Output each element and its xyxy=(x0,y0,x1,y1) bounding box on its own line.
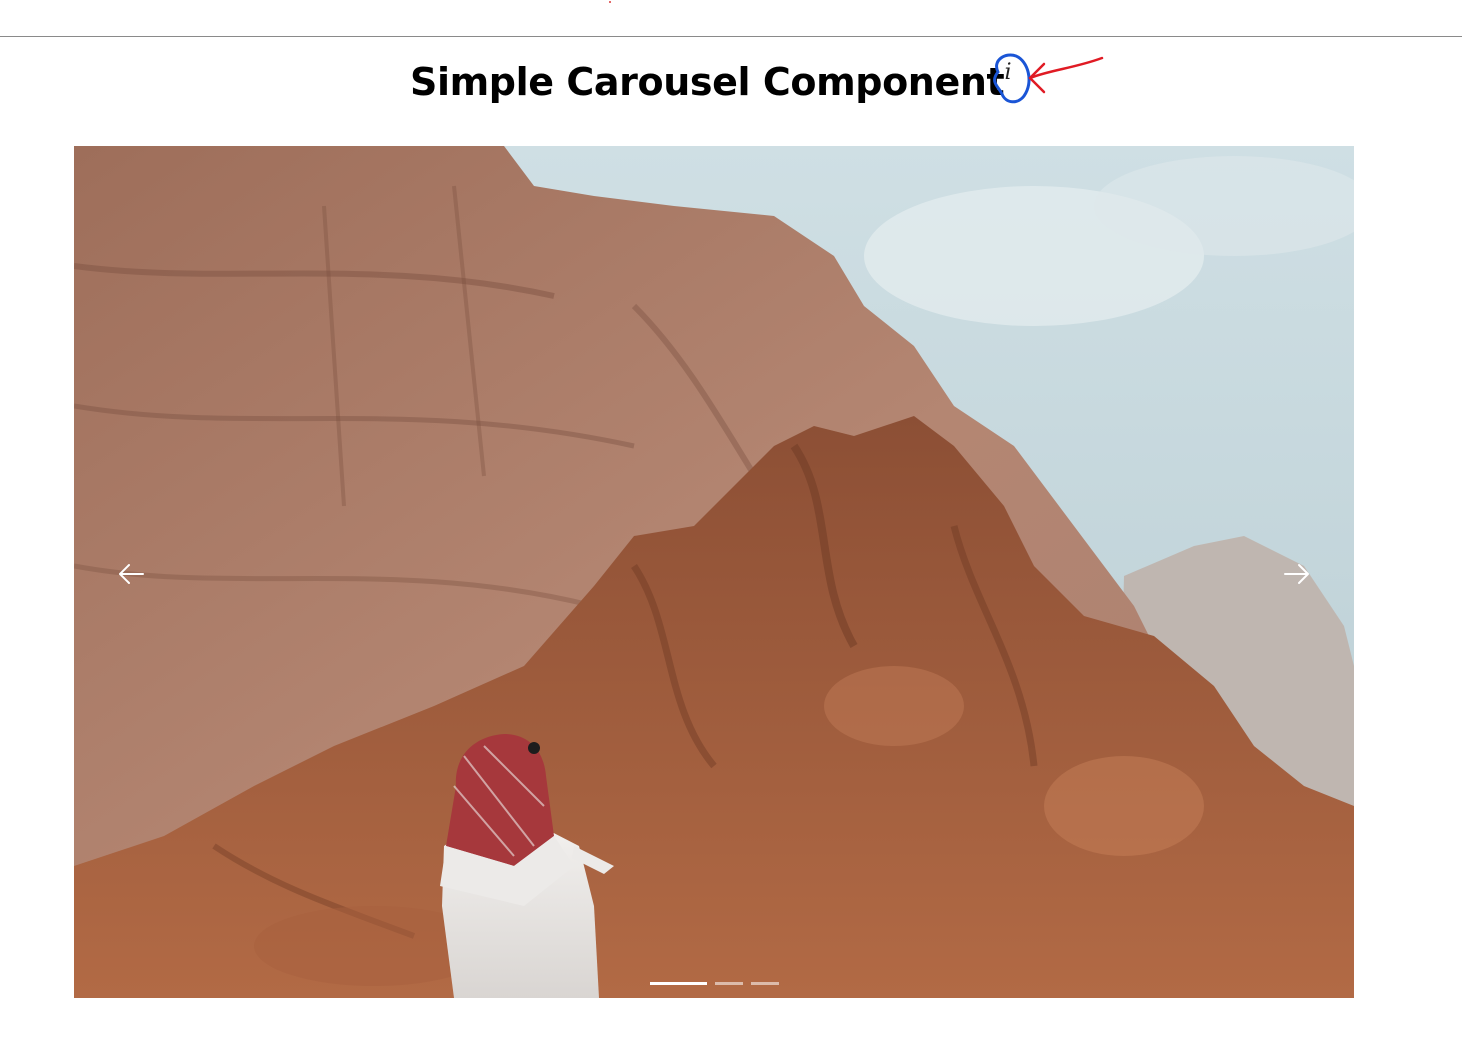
prev-slide-button[interactable] xyxy=(109,556,153,592)
info-icon[interactable]: i xyxy=(984,52,1032,104)
annotation-arrow xyxy=(1028,56,1104,94)
slide-indicators xyxy=(650,982,779,986)
slide-image xyxy=(74,146,1354,998)
arrow-right-icon xyxy=(1284,564,1309,584)
arrow-left-icon xyxy=(119,564,144,584)
stray-dot xyxy=(609,1,611,3)
page-title: Simple Carousel Component xyxy=(410,60,1005,104)
slide-indicator-1[interactable] xyxy=(650,982,707,985)
next-slide-button[interactable] xyxy=(1275,556,1319,592)
slide-indicator-3[interactable] xyxy=(751,982,779,985)
page: Simple Carousel Component i xyxy=(0,0,1462,1042)
carousel[interactable] xyxy=(74,146,1354,998)
slide-indicator-2[interactable] xyxy=(715,982,743,985)
header-divider xyxy=(0,36,1462,37)
info-glyph: i xyxy=(1004,60,1012,85)
